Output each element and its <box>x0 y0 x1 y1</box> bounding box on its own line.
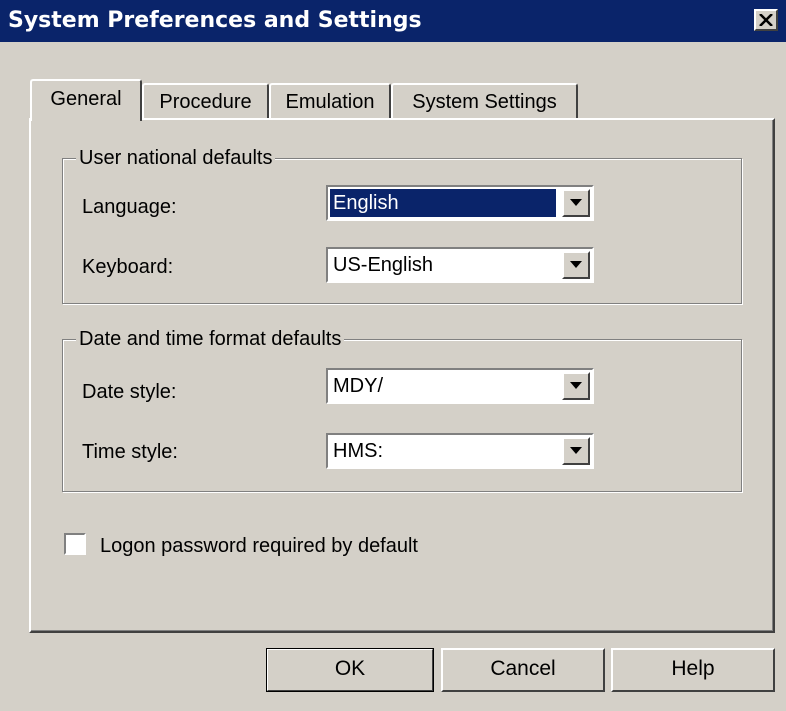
language-label: Language: <box>82 196 177 218</box>
title-bar: System Preferences and Settings <box>0 0 786 42</box>
close-icon <box>759 14 773 26</box>
cancel-button-label: Cancel <box>490 657 556 680</box>
keyboard-value: US-English <box>333 254 434 276</box>
time-style-dropdown-button[interactable] <box>562 437 590 465</box>
chevron-down-icon <box>570 382 582 389</box>
date-time-defaults-group <box>62 339 742 492</box>
tab-emulation-label: Emulation <box>285 91 375 113</box>
keyboard-label: Keyboard: <box>82 256 174 278</box>
tab-procedure-label: Procedure <box>159 91 252 113</box>
time-style-value: HMS: <box>333 440 383 462</box>
date-style-select[interactable]: MDY/ <box>326 368 594 404</box>
close-button[interactable] <box>754 9 778 31</box>
date-style-dropdown-button[interactable] <box>562 372 590 400</box>
language-select[interactable]: English <box>326 185 594 221</box>
tab-procedure[interactable]: Procedure <box>142 83 269 118</box>
time-style-label: Time style: <box>82 441 178 463</box>
tab-general-label: General <box>50 88 122 110</box>
cancel-button[interactable]: Cancel <box>441 648 605 692</box>
keyboard-dropdown-button[interactable] <box>562 251 590 279</box>
keyboard-select[interactable]: US-English <box>326 247 594 283</box>
chevron-down-icon <box>570 199 582 206</box>
date-style-label: Date style: <box>82 381 177 403</box>
logon-password-label[interactable]: Logon password required by default <box>100 534 418 558</box>
time-style-select[interactable]: HMS: <box>326 433 594 469</box>
help-button-label: Help <box>671 657 715 680</box>
tab-system-settings-label: System Settings <box>412 91 557 113</box>
ok-button-label: OK <box>334 657 366 680</box>
user-national-defaults-legend: User national defaults <box>76 147 276 169</box>
help-button[interactable]: Help <box>611 648 775 692</box>
date-style-value: MDY/ <box>333 375 383 397</box>
chevron-down-icon <box>570 447 582 454</box>
tab-emulation[interactable]: Emulation <box>269 83 391 118</box>
ok-button[interactable]: OK <box>266 648 434 692</box>
language-value: English <box>330 189 556 217</box>
date-time-defaults-legend: Date and time format defaults <box>76 328 345 350</box>
tab-general[interactable]: General <box>30 79 142 121</box>
language-dropdown-button[interactable] <box>562 189 590 217</box>
chevron-down-icon <box>570 261 582 268</box>
window-title: System Preferences and Settings <box>8 8 422 33</box>
logon-password-checkbox[interactable] <box>64 533 86 555</box>
tab-system-settings[interactable]: System Settings <box>391 83 578 118</box>
